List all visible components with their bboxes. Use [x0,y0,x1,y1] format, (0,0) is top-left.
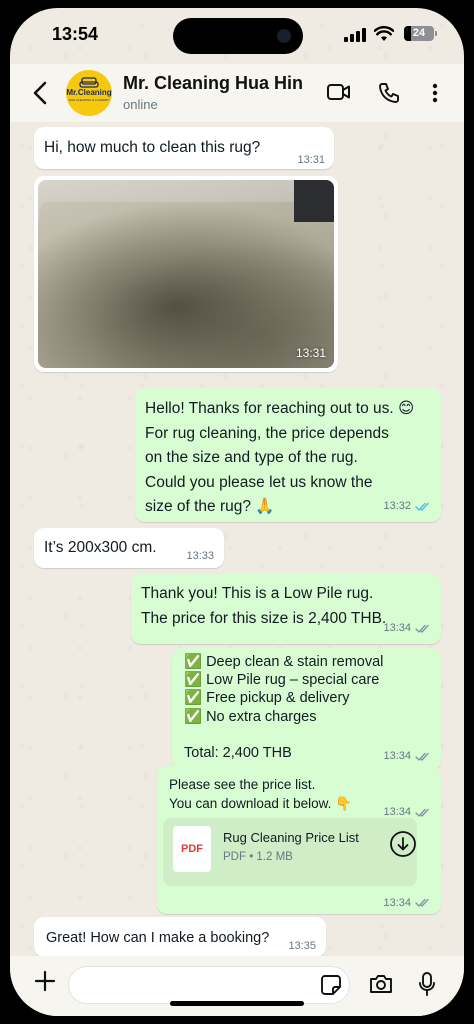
message-text: It’s 200x300 cm. [44,539,157,556]
avatar-brand: Mr.Cleaning [66,88,112,97]
phone-icon[interactable] [377,81,401,105]
battery-tip [435,31,437,36]
chat-screen: 13:54 24 Mr.Cleaning RUG CLEANING & LAUN… [10,8,464,1016]
document-attachment[interactable]: PDF Rug Cleaning Price List PDF • 1.2 MB [163,818,417,886]
message-time: 13:32 [383,500,411,512]
message-time: 13:34 [383,750,411,762]
message-bubble-incoming[interactable]: Great! How can I make a booking? 13:35 [34,917,326,957]
message-composer [10,956,464,1016]
message-bubble-outgoing[interactable]: ✅ Deep clean & stain removal ✅ Low Pile … [172,648,441,770]
message-time: 13:34 [383,622,411,634]
front-camera-icon [277,29,291,43]
message-text: Thank you! This is a Low Pile rug. The p… [141,585,387,627]
microphone-icon[interactable] [418,971,436,997]
message-bubble-outgoing[interactable]: Please see the price list. You can downl… [157,766,441,914]
message-time: 13:31 [295,346,326,360]
phone-frame: 13:54 24 Mr.Cleaning RUG CLEANING & LAUN… [0,0,474,1024]
delivered-receipt-icon [415,898,429,907]
delivered-receipt-icon [415,808,429,817]
download-icon[interactable] [389,830,417,858]
message-bubble-outgoing[interactable]: Thank you! This is a Low Pile rug. The p… [131,574,441,644]
message-bubble-incoming[interactable]: Hi, how much to clean this rug? 13:31 [34,127,334,169]
more-vertical-icon[interactable] [431,81,439,105]
document-meta: PDF • 1.2 MB [223,851,293,863]
home-indicator[interactable] [170,1001,304,1006]
message-text: Hi, how much to clean this rug? [44,139,261,156]
message-input[interactable] [68,966,350,1004]
document-title: Rug Cleaning Price List [223,830,359,845]
rug-image [38,202,334,368]
pdf-file-icon: PDF [173,826,211,872]
battery-icon: 24 [404,26,434,41]
status-bar: 13:54 24 [10,8,464,64]
furniture-shape [294,180,334,222]
message-bubble-incoming[interactable]: It’s 200x300 cm. 13:33 [34,528,224,568]
avatar-tagline: RUG CLEANING & LAUNDRY [68,98,110,102]
message-time: 13:31 [297,154,325,166]
message-time: 13:33 [186,550,214,562]
video-call-icon[interactable] [326,81,352,103]
contact-status: online [123,97,158,112]
message-time: 13:34 [383,897,411,909]
cellular-signal-icon [344,28,366,42]
camera-icon[interactable] [368,973,394,995]
message-time: 13:34 [383,806,411,818]
sticker-icon[interactable] [320,974,342,996]
message-time: 13:35 [288,940,316,952]
message-text: ✅ Deep clean & stain removal ✅ Low Pile … [184,654,384,762]
battery-percentage: 24 [412,27,426,39]
read-receipt-icon [415,502,429,511]
delivered-receipt-icon [415,752,429,761]
message-bubble-outgoing[interactable]: Hello! Thanks for reaching out to us. 😊 … [135,388,441,522]
pdf-badge: PDF [181,843,203,855]
message-bubble-image[interactable]: 13:31 [34,176,338,372]
plus-icon[interactable] [34,970,56,992]
rug-photo[interactable]: 13:31 [38,180,334,368]
chat-header: Mr.Cleaning RUG CLEANING & LAUNDRY Mr. C… [10,64,464,122]
avatar[interactable]: Mr.Cleaning RUG CLEANING & LAUNDRY [66,70,112,116]
wifi-icon [374,26,394,41]
message-text: Great! How can I make a booking? [46,930,270,946]
message-text: Hello! Thanks for reaching out to us. 😊 … [145,400,415,515]
dynamic-island [173,18,303,54]
delivered-receipt-icon [415,624,429,633]
contact-name[interactable]: Mr. Cleaning Hua Hin [123,73,303,94]
message-text: Please see the price list. You can downl… [169,777,352,811]
chevron-left-icon[interactable] [30,80,52,106]
status-time: 13:54 [52,24,99,44]
